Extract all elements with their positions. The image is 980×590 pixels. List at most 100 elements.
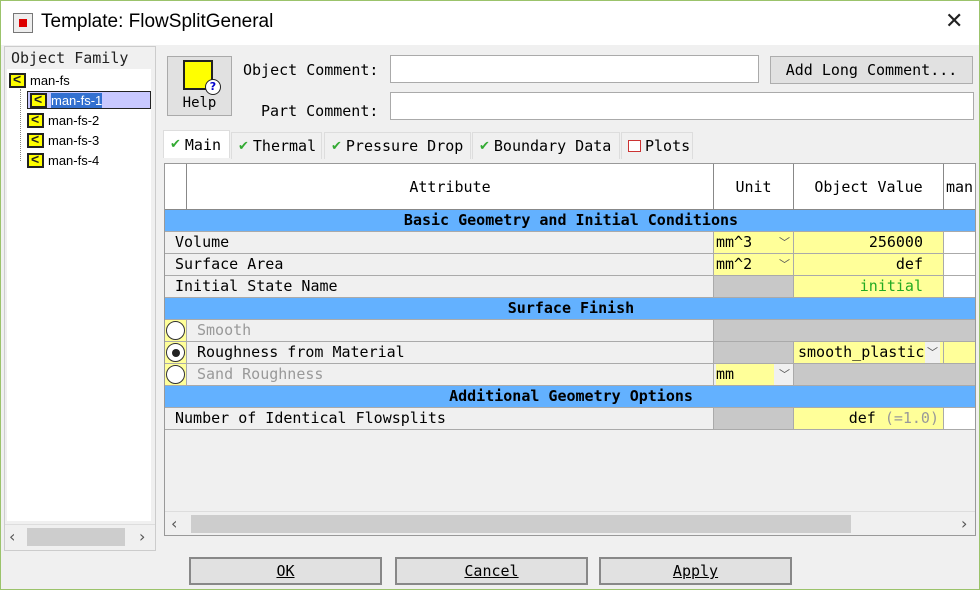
sand-roughness-radio[interactable] — [166, 365, 185, 384]
unit-value: mm^3 — [716, 233, 753, 251]
ok-button[interactable]: OK — [189, 557, 382, 585]
chevron-down-icon[interactable]: ﹀ — [779, 232, 790, 253]
check-icon: ✔ — [170, 137, 181, 152]
unit-cell — [714, 276, 794, 297]
unit-cell — [714, 342, 794, 363]
tab-boundary-data[interactable]: ✔ Boundary Data — [472, 132, 620, 159]
tab-label: Thermal — [252, 137, 317, 155]
scroll-right-icon[interactable]: › — [139, 527, 145, 546]
smooth-radio[interactable] — [166, 321, 185, 340]
extra-cell — [944, 408, 975, 429]
default-hint: (=1.0) — [884, 409, 939, 427]
tree-node-label: man-fs-4 — [48, 152, 100, 168]
object-family-label: Object Family — [11, 49, 129, 67]
column-header-unit[interactable]: Unit — [714, 164, 794, 210]
table-row-volume: Volume mm^3 ﹀ 256000 — [165, 232, 975, 254]
check-icon: ✔ — [479, 138, 490, 154]
material-value: smooth_plastic — [798, 343, 925, 361]
attribute-label: Initial State Name — [165, 276, 714, 297]
chevron-down-icon[interactable]: ﹀ — [779, 254, 790, 275]
column-header-object-value[interactable]: Object Value — [794, 164, 944, 210]
section-surface-finish: Surface Finish — [165, 298, 975, 320]
unit-select[interactable]: mm^3 ﹀ — [714, 232, 794, 253]
chevron-down-icon[interactable]: ﹀ — [925, 342, 940, 363]
tree-node-label: man-fs-3 — [48, 132, 100, 148]
column-header-attribute[interactable]: Attribute — [187, 164, 714, 210]
section-basic-geometry: Basic Geometry and Initial Conditions — [165, 210, 975, 232]
value-text: def — [848, 409, 876, 427]
column-header-extra[interactable]: man — [944, 164, 975, 210]
scroll-right-icon[interactable]: › — [961, 514, 967, 533]
attribute-label: Smooth — [187, 320, 714, 341]
value-input[interactable]: def (=1.0) — [794, 408, 944, 429]
table-row-identical-flowsplits: Number of Identical Flowsplits def (=1.0… — [165, 408, 975, 430]
unit-value: mm^2 — [716, 255, 753, 273]
attribute-label: Surface Area — [165, 254, 714, 275]
flowsplit-icon — [27, 131, 44, 148]
tab-label: Pressure Drop — [345, 137, 464, 155]
table-row-surface-area: Surface Area mm^2 ﹀ def — [165, 254, 975, 276]
object-comment-input[interactable] — [390, 55, 759, 83]
flowsplit-icon — [27, 111, 44, 128]
apply-button[interactable]: Apply — [599, 557, 792, 585]
part-comment-input[interactable] — [390, 92, 974, 120]
cancel-button[interactable]: Cancel — [395, 557, 588, 585]
object-tree: man-fs man-fs-1 man-fs-2 man-fs-3 man-fs… — [7, 69, 151, 521]
tree-node-label: man-fs-2 — [48, 112, 100, 128]
tree-node-man-fs-2[interactable]: man-fs-2 — [27, 111, 99, 129]
tab-plots[interactable]: Plots — [621, 132, 693, 159]
extra-cell — [944, 342, 975, 363]
unit-select[interactable]: mm^2 ﹀ — [714, 254, 794, 275]
value-input[interactable]: 256000 — [794, 232, 944, 253]
flowsplit-icon — [30, 91, 47, 108]
tree-node-root[interactable]: man-fs — [9, 71, 70, 89]
unit-select[interactable]: mm ﹀ — [714, 364, 794, 385]
tab-label: Boundary Data — [493, 137, 612, 155]
app-icon — [13, 13, 33, 33]
scroll-left-icon[interactable]: ‹ — [9, 527, 15, 546]
part-comment-label: Part Comment: — [261, 102, 379, 120]
tree-node-man-fs-4[interactable]: man-fs-4 — [27, 151, 99, 169]
table-row-initial-state: Initial State Name initial — [165, 276, 975, 298]
tab-pressure-drop[interactable]: ✔ Pressure Drop — [324, 132, 471, 159]
extra-cell — [944, 276, 975, 297]
close-button[interactable]: ✕ — [945, 9, 963, 34]
chevron-down-icon[interactable]: ﹀ — [779, 364, 790, 385]
attribute-label: Roughness from Material — [187, 342, 714, 363]
roughness-material-radio[interactable] — [166, 343, 185, 362]
value-input[interactable]: def — [794, 254, 944, 275]
table-row-smooth: Smooth — [165, 320, 975, 342]
table-row-roughness-material: Roughness from Material smooth_plastic ﹀ — [165, 342, 975, 364]
help-label: Help — [182, 95, 217, 111]
scrollbar-thumb[interactable] — [191, 515, 851, 533]
tree-node-label: man-fs — [30, 72, 70, 88]
tab-label: Main — [184, 135, 222, 154]
attribute-label: Sand Roughness — [187, 364, 714, 385]
tree-node-label: man-fs-1 — [51, 92, 103, 108]
tree-node-man-fs-3[interactable]: man-fs-3 — [27, 131, 99, 149]
add-long-comment-button[interactable]: Add Long Comment... — [770, 56, 973, 84]
attribute-label: Number of Identical Flowsplits — [165, 408, 714, 429]
scrollbar-thumb[interactable] — [27, 528, 125, 546]
scroll-left-icon[interactable]: ‹ — [171, 514, 177, 533]
table-row-sand-roughness: Sand Roughness mm ﹀ — [165, 364, 975, 386]
attribute-label: Volume — [165, 232, 714, 253]
check-icon: ✔ — [331, 138, 342, 154]
tab-thermal[interactable]: ✔ Thermal — [231, 132, 322, 159]
question-icon: ? — [205, 79, 221, 95]
material-select[interactable]: smooth_plastic ﹀ — [794, 342, 944, 363]
attribute-table: Attribute Unit Object Value man Basic Ge… — [164, 163, 976, 536]
flowsplit-icon — [9, 71, 26, 88]
unit-value: mm — [716, 364, 774, 385]
table-horizontal-scrollbar[interactable]: ‹ › — [165, 511, 975, 535]
extra-cell — [944, 254, 975, 275]
window-title: Template: FlowSplitGeneral — [41, 11, 274, 32]
tree-horizontal-scrollbar[interactable]: ‹ › — [5, 524, 155, 548]
help-button[interactable]: ? Help — [167, 56, 232, 116]
object-comment-label: Object Comment: — [243, 61, 379, 79]
check-icon: ✔ — [238, 138, 249, 154]
disabled-cell — [794, 364, 975, 385]
tree-node-man-fs-1[interactable]: man-fs-1 — [27, 91, 151, 109]
tab-main[interactable]: ✔ Main — [163, 130, 230, 158]
value-input[interactable]: initial — [794, 276, 944, 297]
